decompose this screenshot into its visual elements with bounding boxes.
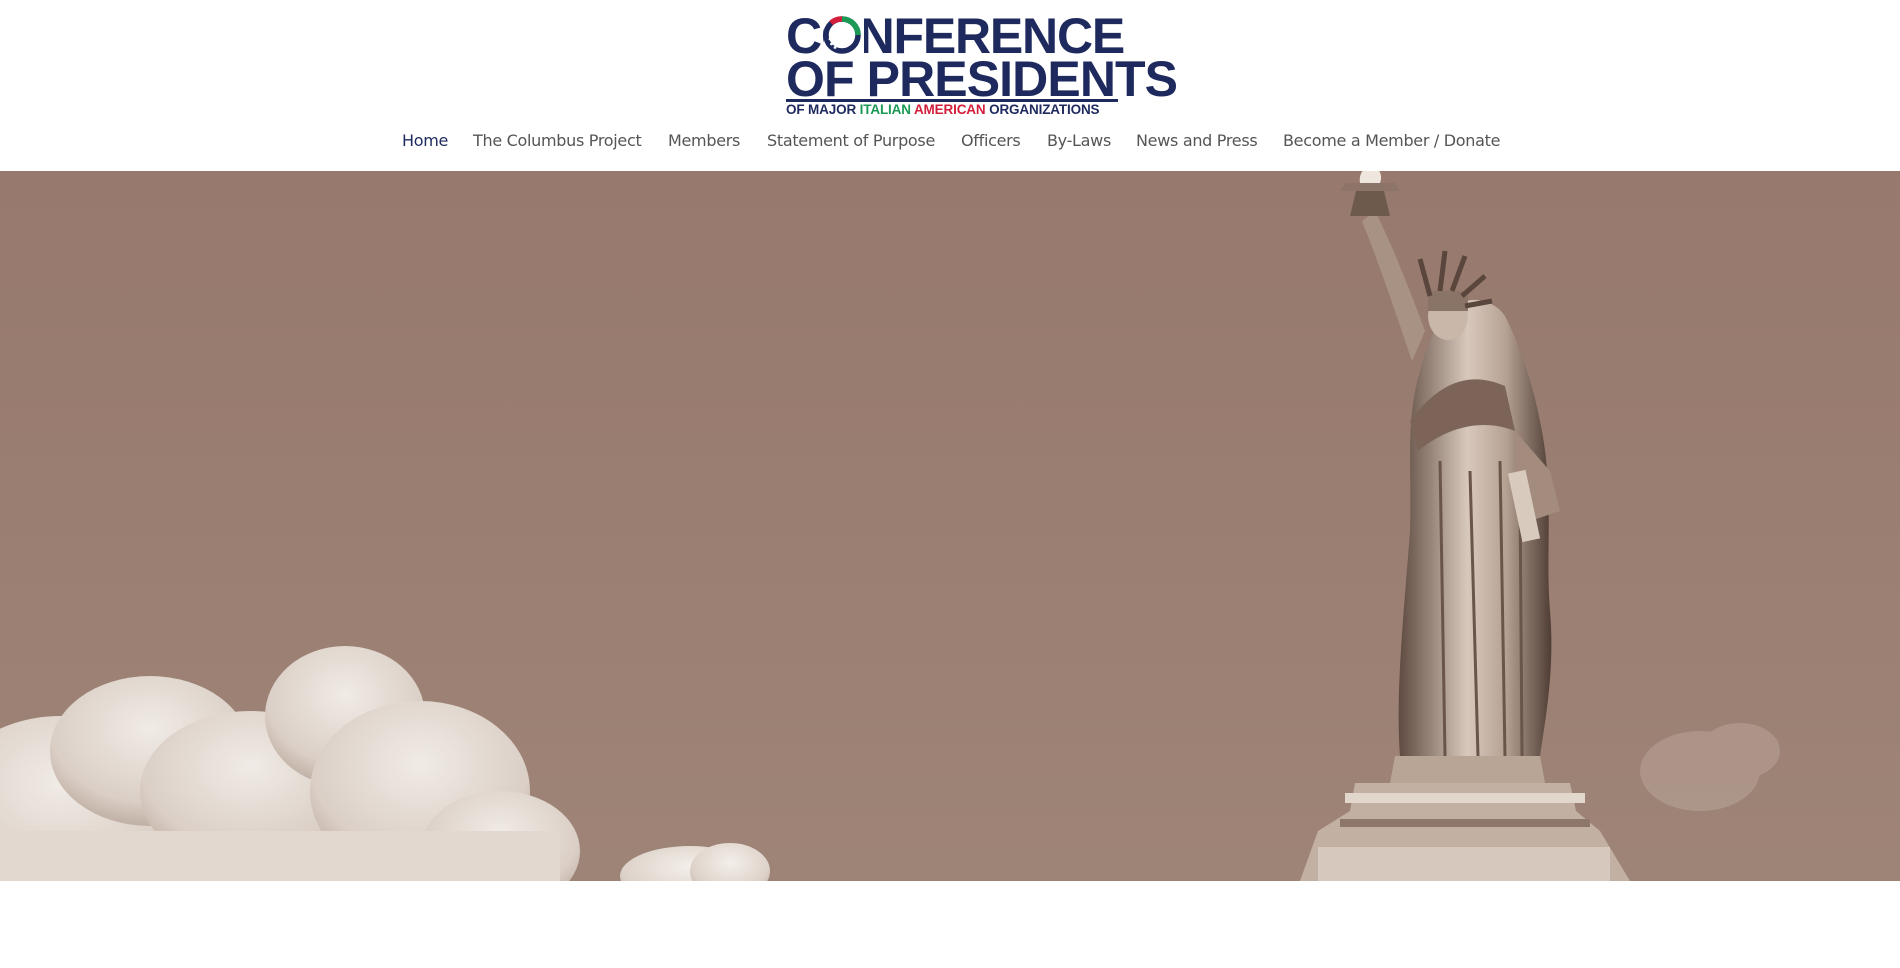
nav-item-by-laws[interactable]: By-Laws <box>1047 128 1111 154</box>
hero-banner <box>0 171 1900 881</box>
logo-tagline-american: AMERICAN <box>913 102 990 117</box>
logo-tagline: OF MAJOR ITALIAN AMERICAN ORGANIZATIONS <box>786 102 1100 117</box>
nav-item-statement-of-purpose[interactable]: Statement of Purpose <box>767 128 935 154</box>
nav-item-officers[interactable]: Officers <box>961 128 1021 154</box>
nav-item-become-member-donate[interactable]: Become a Member / Donate <box>1283 128 1500 154</box>
logo-tagline-organizations: ORGANIZATIONS <box>989 102 1100 117</box>
logo-tagline-italian: ITALIAN <box>859 102 914 117</box>
logo-ring-icon <box>823 16 861 54</box>
nav-item-members[interactable]: Members <box>668 128 740 154</box>
nav-item-columbus-project[interactable]: The Columbus Project <box>473 128 642 154</box>
logo-tagline-of-major: OF MAJOR <box>786 102 860 117</box>
nav-item-home[interactable]: Home <box>402 128 448 154</box>
hero-image <box>0 171 1900 881</box>
nav-item-news-and-press[interactable]: News and Press <box>1136 128 1258 154</box>
main-nav: Home The Columbus Project Members Statem… <box>0 128 1900 154</box>
site-logo[interactable]: CONFERENCE OF PRESIDENTS OF MAJOR ITALIA… <box>786 8 1178 117</box>
site-header: CONFERENCE OF PRESIDENTS OF MAJOR ITALIA… <box>0 0 1900 171</box>
